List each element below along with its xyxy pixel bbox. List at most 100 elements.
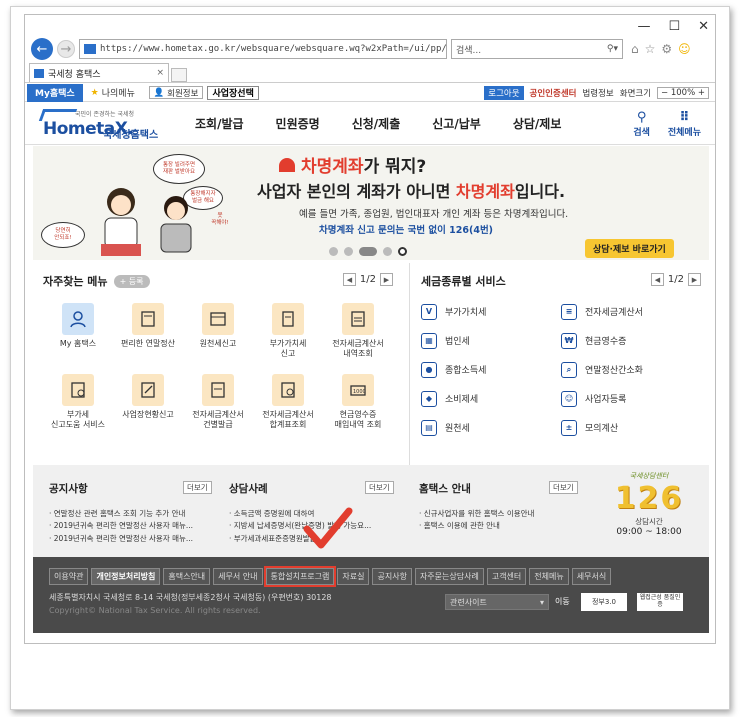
tax-withholding[interactable]: ▤ 원천세: [421, 419, 561, 436]
tax-yearend-simple[interactable]: ⌕ 연말정산간소화: [561, 361, 701, 378]
prev-icon[interactable]: ◀: [342, 273, 356, 286]
fav-yearend[interactable]: 편리한 연말정산: [113, 303, 183, 360]
nav-consult[interactable]: 상담/제보: [513, 115, 562, 132]
fav-einvoice-summary[interactable]: 전자세금계산서 합계표조회: [253, 373, 323, 431]
footer-library[interactable]: 자료실: [337, 568, 370, 585]
footer-install-program[interactable]: 통합설치프로그램: [263, 566, 337, 587]
list-item[interactable]: 연말정산 관련 홈택스 조회 기능 추가 안내: [49, 508, 209, 520]
fav-vat-help[interactable]: 부가세 신고도움 서비스: [43, 373, 113, 431]
nav-application[interactable]: 신청/제출: [352, 115, 401, 132]
related-sites-select[interactable]: 관련사이트 ▾: [445, 594, 549, 610]
tax-service-panel: 세금종류별 서비스 ◀ 1/2 ▶ V 부가가치세 ≡ 전자세금계산서 ▦ 법인세 ₩…: [421, 273, 701, 463]
home-icon[interactable]: ⌂: [631, 42, 639, 56]
nav-inquiry[interactable]: 조회/발급: [195, 115, 244, 132]
zoom-control[interactable]: − 100% +: [657, 86, 709, 99]
list-item[interactable]: 홈택스 이용에 관한 안내: [419, 520, 569, 532]
star-icon: ★: [90, 87, 99, 98]
pager-dot[interactable]: [344, 247, 353, 256]
new-tab-button[interactable]: [171, 68, 187, 82]
nav-filing[interactable]: 신고/납부: [432, 115, 481, 132]
notice-more-button[interactable]: 더보기: [183, 481, 212, 494]
tax-cash-receipt[interactable]: ₩ 현금영수증: [561, 332, 701, 349]
go-button[interactable]: 이동: [553, 594, 572, 609]
search-icon[interactable]: ⚲▾: [607, 44, 618, 54]
list-item[interactable]: 2019년귀속 편리한 연말정산 사용자 매뉴...: [49, 520, 209, 532]
gear-icon[interactable]: ⚙: [661, 42, 672, 56]
edit-document-icon: [132, 373, 164, 406]
promo-banner[interactable]: 통장 빌려주면 재판 벌받아요 통장해지자 벌금 해요 당연히 안되죠! 못 꼭…: [33, 146, 709, 260]
person-icon: [62, 303, 94, 335]
footer-taxoffice[interactable]: 세무서 안내: [213, 568, 263, 585]
minimize-icon[interactable]: —: [637, 19, 650, 34]
tax-biz-register[interactable]: ☺ 사업자등록: [561, 390, 701, 407]
tax-excise[interactable]: ◆ 소비제세: [421, 390, 561, 407]
footer-allmenu[interactable]: 전체메뉴: [529, 568, 569, 585]
header-search-button[interactable]: ⚲ 검색: [633, 110, 650, 138]
pager-dot-active[interactable]: [359, 247, 377, 256]
footer-support[interactable]: 고객센터: [486, 568, 527, 585]
url-field[interactable]: https://www.hometax.go.kr/websquare/webs…: [79, 39, 447, 59]
hometax-logo[interactable]: 국민이 존경하는 국세청 HometaX. 국세청홈택스: [38, 107, 171, 141]
logout-button[interactable]: 로그아웃: [484, 85, 524, 100]
footer-terms[interactable]: 이용약관: [49, 568, 89, 585]
nav-certificate[interactable]: 민원증명: [276, 115, 320, 132]
favorites-panel: 자주찾는 메뉴 + 등록 ◀ 1/2 ▶ My 홈택스 편리한 연말정산 원천세…: [43, 273, 393, 463]
invoice-icon: [202, 373, 234, 406]
footer-links: 이용약관 개인정보처리방침 홈택스안내 세무서 안내 통합설치프로그램 자료실 …: [49, 566, 612, 587]
maximize-icon[interactable]: ☐: [668, 19, 680, 34]
woman-illustration-icon: [101, 188, 141, 256]
consult-button[interactable]: 상담·제보 바로가기: [585, 239, 674, 258]
tax-simulation[interactable]: ± 모의계산: [561, 419, 701, 436]
forward-arrow-icon[interactable]: →: [57, 40, 75, 58]
pager-dot[interactable]: [383, 247, 392, 256]
footer-faq[interactable]: 자주묻는상담사례: [414, 568, 484, 585]
smiley-icon[interactable]: ☺: [678, 42, 691, 56]
fav-myhometax[interactable]: My 홈택스: [43, 303, 113, 360]
prev-icon[interactable]: ◀: [650, 273, 664, 286]
footer-guide[interactable]: 홈택스안내: [163, 568, 211, 585]
tab-hometax[interactable]: 국세청 홈택스 ×: [29, 63, 169, 82]
myhome-button[interactable]: My홈택스: [27, 83, 83, 102]
cert-center-link[interactable]: 공인인증센터: [530, 87, 577, 99]
member-info-button[interactable]: 👤 회원정보: [148, 86, 204, 99]
tax-corporate[interactable]: ▦ 법인세: [421, 332, 561, 349]
footer-notice[interactable]: 공지사항: [372, 568, 412, 585]
notice-area: 공지사항 연말정산 관련 홈택스 조회 기능 추가 안내 2019년귀속 편리한…: [33, 465, 709, 557]
business-select-button[interactable]: 사업장선택: [207, 85, 259, 100]
fav-cash-receipt[interactable]: 1000 현금영수증 매입내역 조회: [323, 373, 393, 431]
close-icon[interactable]: ✕: [698, 19, 709, 34]
fav-einvoice-query[interactable]: 전자세금계산서 내역조회: [323, 303, 393, 360]
fav-vat[interactable]: 부가가치세 신고: [253, 303, 323, 360]
tab-close-icon[interactable]: ×: [156, 68, 164, 78]
cases-more-button[interactable]: 더보기: [365, 481, 394, 494]
all-menu-button[interactable]: ⠿ 전체메뉴: [668, 110, 701, 138]
add-favorite-button[interactable]: + 등록: [113, 274, 150, 288]
tax-income[interactable]: ● 종합소득세: [421, 361, 561, 378]
svg-text:1000: 1000: [353, 389, 366, 395]
chevron-down-icon: ▾: [539, 597, 544, 607]
tax-vat[interactable]: V 부가가치세: [421, 303, 561, 320]
browser-search-input[interactable]: 검색... ⚲▾: [451, 39, 623, 59]
fav-withholding[interactable]: 원천세신고: [183, 303, 253, 360]
gov30-badge[interactable]: 정부3.0: [581, 593, 627, 611]
list-item[interactable]: 신규사업자를 위한 홈택스 이용안내: [419, 508, 569, 520]
next-icon[interactable]: ▶: [380, 273, 393, 286]
tax-einvoice[interactable]: ≡ 전자세금계산서: [561, 303, 701, 320]
pager-dot[interactable]: [329, 247, 338, 256]
next-icon[interactable]: ▶: [688, 273, 701, 286]
fav-einvoice-issue[interactable]: 전자세금계산서 건별발급: [183, 373, 253, 431]
mymenu-button[interactable]: ★ 나의메뉴: [83, 86, 143, 100]
law-link[interactable]: 법령정보: [582, 87, 613, 99]
guide-more-button[interactable]: 더보기: [549, 481, 578, 494]
footer-privacy[interactable]: 개인정보처리방침: [91, 568, 161, 585]
star-icon[interactable]: ☆: [645, 42, 656, 56]
fav-business-status[interactable]: 사업장현황신고: [113, 373, 183, 431]
list-item[interactable]: 2019년귀속 편리한 연말정산 사용자 매뉴...: [49, 533, 209, 545]
red-checkmark-icon: [303, 507, 353, 549]
footer-forms[interactable]: 세무서식: [571, 568, 612, 585]
pause-icon[interactable]: [398, 247, 407, 256]
calculator-icon: [132, 303, 164, 335]
accessibility-badge[interactable]: 웹접근성 품질인증: [637, 593, 683, 611]
back-arrow-icon[interactable]: ←: [31, 38, 53, 60]
banner-line4: 차명계좌 신고 문의는 국번 없이 126(4번): [319, 225, 494, 236]
